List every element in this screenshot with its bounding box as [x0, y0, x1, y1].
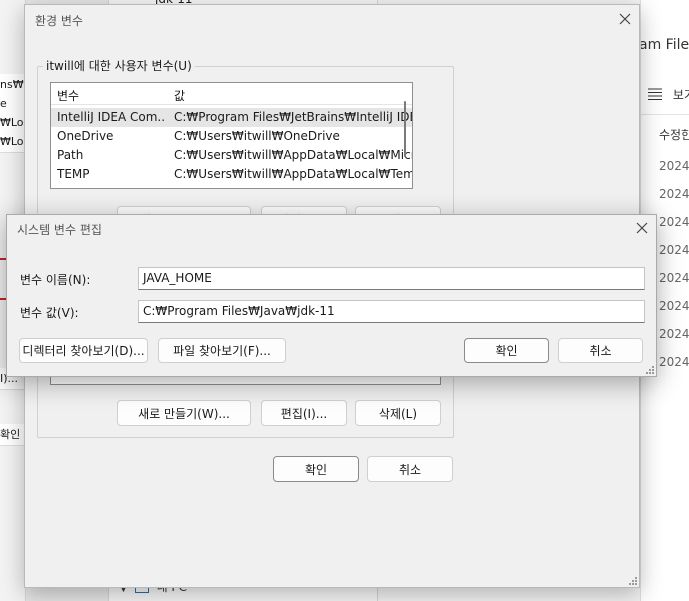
cancel-button[interactable]: 취소	[558, 338, 643, 363]
close-icon	[636, 222, 648, 237]
system-delete-button[interactable]: 삭제(L)	[355, 400, 441, 426]
file-date: 2024-	[659, 243, 689, 257]
browse-directory-button[interactable]: 디렉터리 찾아보기(D)...	[19, 338, 148, 363]
variable-value: C:₩Program Files₩JetBrains₩IntelliJ IDEA…	[174, 110, 412, 124]
view-menu[interactable]: 보기	[647, 86, 689, 103]
close-button[interactable]	[617, 12, 633, 28]
ok-button[interactable]: 확인	[273, 456, 359, 482]
system-new-button[interactable]: 새로 만들기(W)...	[117, 400, 251, 426]
ok-button[interactable]: 확인	[464, 338, 549, 363]
user-variables-list[interactable]: 변수 값 IntelliJ IDEA Com... C:₩Program Fil…	[50, 82, 413, 189]
dialog-title: 환경 변수	[35, 14, 83, 28]
file-date: 2024-	[659, 159, 689, 173]
user-variables-label: itwill에 대한 사용자 변수(U)	[43, 57, 195, 74]
resize-grip[interactable]	[628, 576, 638, 586]
view-label: 보기	[672, 88, 689, 102]
variable-value-field[interactable]: C:₩Program Files₩Java₩jdk-11	[138, 300, 645, 323]
variable-name: TEMP	[57, 167, 90, 181]
close-icon	[619, 13, 631, 28]
left-fragment-ok[interactable]: 확인	[0, 424, 25, 446]
view-list-icon	[647, 88, 663, 103]
file-date: 2024-	[659, 187, 689, 201]
column-header-name[interactable]: 변수	[57, 87, 79, 104]
file-date: 2024-	[659, 271, 689, 285]
file-date: 2024-	[659, 215, 689, 229]
list-item[interactable]: IntelliJ IDEA Com... C:₩Program Files₩Je…	[51, 108, 412, 127]
system-edit-button[interactable]: 편집(I)...	[261, 400, 347, 426]
dialog-title: 시스템 변수 편집	[17, 223, 102, 237]
list-scrollbar[interactable]	[404, 101, 406, 157]
variable-value: C:₩Users₩itwill₩AppData₩Local₩Temp	[174, 167, 413, 181]
column-modified[interactable]: 수정한	[659, 126, 689, 143]
close-button[interactable]	[634, 221, 650, 237]
list-header: 변수 값	[51, 83, 412, 105]
list-item[interactable]: Path C:₩Users₩itwill₩AppData₩Local₩Micro…	[51, 146, 412, 165]
left-fragment-4: ₩Lo	[0, 131, 25, 153]
variable-name-label: 변수 이름(N):	[20, 273, 91, 287]
cancel-button[interactable]: 취소	[367, 456, 453, 482]
variable-value: C:₩Users₩itwill₩AppData₩Local₩Microsof..…	[174, 148, 412, 162]
column-header-value[interactable]: 값	[174, 87, 185, 104]
resize-grip[interactable]	[645, 365, 655, 375]
variable-name: Path	[57, 148, 84, 162]
browse-file-button[interactable]: 파일 찾아보기(F)...	[158, 338, 286, 363]
variable-name: IntelliJ IDEA Com...	[57, 110, 165, 124]
variable-value: C:₩Users₩itwill₩OneDrive	[174, 129, 340, 143]
variable-name-field[interactable]: JAVA_HOME	[138, 267, 645, 290]
list-item[interactable]: TEMP C:₩Users₩itwill₩AppData₩Local₩Temp	[51, 165, 412, 184]
list-item[interactable]: OneDrive C:₩Users₩itwill₩OneDrive	[51, 127, 412, 146]
panel-path-title: am Files	[640, 37, 689, 53]
panel-divider	[641, 114, 689, 115]
file-date: 2024-	[659, 355, 689, 369]
file-date: 2024-	[659, 327, 689, 341]
edit-system-variable-dialog: 시스템 변수 편집 변수 이름(N): JAVA_HOME 변수 값(V): C…	[6, 214, 657, 377]
variable-name: OneDrive	[57, 129, 114, 143]
file-date: 2024-	[659, 299, 689, 313]
variable-value-label: 변수 값(V):	[20, 306, 79, 320]
